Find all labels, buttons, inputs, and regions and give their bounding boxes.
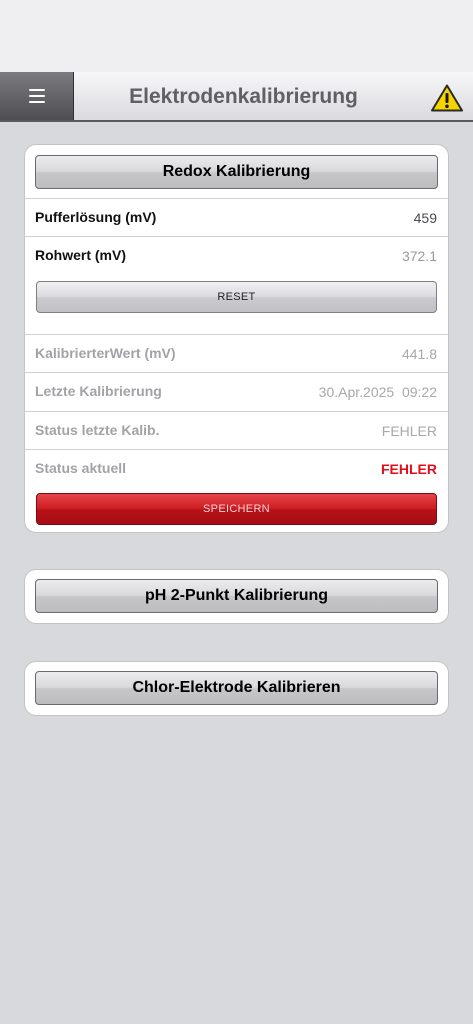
- buffer-solution-value[interactable]: 459: [414, 199, 437, 238]
- buffer-solution-label: Pufferlösung (mV): [35, 209, 157, 225]
- ph-calibration-button[interactable]: pH 2-Punkt Kalibrierung: [35, 579, 438, 613]
- calibrated-value: 441.8: [401, 346, 437, 362]
- page-title: Elektrodenkalibrierung: [129, 85, 358, 108]
- ph-calibration-card: pH 2-Punkt Kalibrierung: [24, 569, 449, 624]
- buffer-solution-row[interactable]: Pufferlösung (mV) 459: [25, 198, 448, 236]
- save-button[interactable]: SPEICHERN: [36, 493, 437, 525]
- status-last-calibration-row: Status letzte Kalib. FEHLER: [25, 411, 448, 449]
- hamburger-menu-icon: [29, 89, 45, 103]
- chlor-calibration-button[interactable]: Chlor-Elektrode Kalibrieren: [35, 671, 438, 705]
- status-current-row: Status aktuell FEHLER: [25, 449, 448, 487]
- raw-value-row: Rohwert (mV) 372.1: [25, 236, 448, 274]
- calibrated-value-row: KalibrierterWert (mV) 441.8: [25, 334, 448, 372]
- status-bar-area: [0, 0, 473, 72]
- redox-calibration-header-button[interactable]: Redox Kalibrierung: [35, 155, 438, 189]
- status-last-calibration-value: FEHLER: [381, 423, 437, 439]
- menu-button[interactable]: [0, 72, 74, 120]
- last-calibration-label: Letzte Kalibrierung: [35, 383, 162, 399]
- redox-calibration-card: Redox Kalibrierung Pufferlösung (mV) 459…: [24, 144, 449, 533]
- raw-value-label: Rohwert (mV): [35, 247, 126, 263]
- navigation-bar: Elektrodenkalibrierung: [0, 72, 473, 122]
- status-current-label: Status aktuell: [35, 460, 127, 476]
- warning-triangle-icon[interactable]: [431, 84, 463, 112]
- reset-button[interactable]: RESET: [36, 281, 437, 313]
- chlor-calibration-card: Chlor-Elektrode Kalibrieren: [24, 661, 449, 716]
- status-last-calibration-label: Status letzte Kalib.: [35, 422, 160, 438]
- status-current-value: FEHLER: [381, 461, 437, 477]
- last-calibration-value: 30.Apr.2025 09:22: [318, 384, 437, 400]
- calibrated-value-label: KalibrierterWert (mV): [35, 345, 176, 361]
- raw-value: 372.1: [401, 248, 437, 264]
- last-calibration-row: Letzte Kalibrierung 30.Apr.2025 09:22: [25, 372, 448, 410]
